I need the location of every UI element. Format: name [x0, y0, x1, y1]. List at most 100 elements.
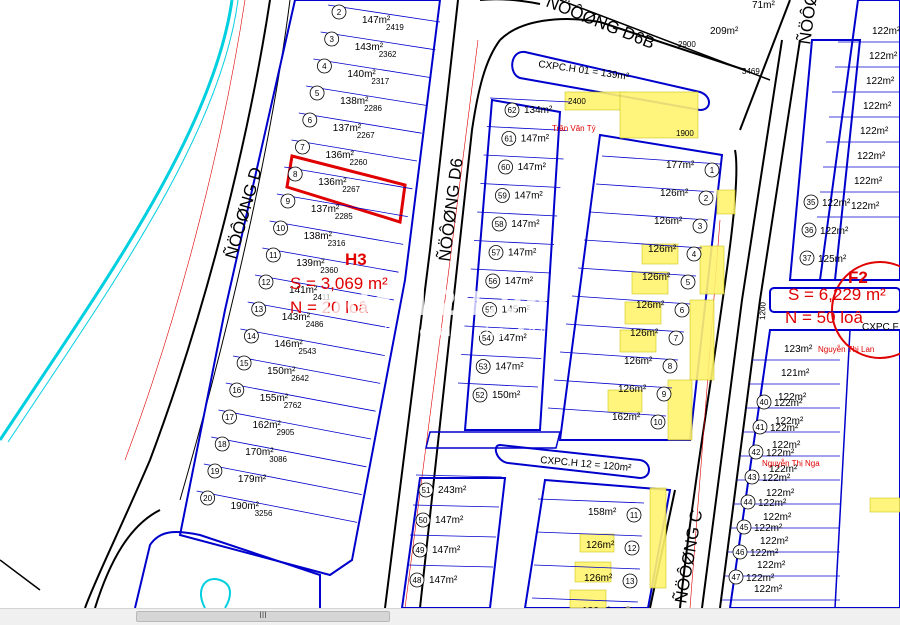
west-lot-62-number: 62 [508, 106, 517, 115]
west-lot-57-number: 57 [492, 249, 501, 258]
owner-nguyen-thi-lan: Nguyễn Thị Lan [818, 345, 874, 354]
west-lot-line [483, 154, 564, 160]
horizontal-scrollbar[interactable]: III [0, 608, 900, 625]
f2lw-lot-45-number: 45 [740, 523, 749, 532]
east-lot-area: 177m² [666, 160, 695, 171]
west-lot-60-number: 60 [501, 163, 510, 172]
h3-lot-14-number: 14 [247, 332, 256, 341]
block-h3-count: N = 20 loâ [290, 298, 369, 317]
west-lot-area: 147m² [505, 276, 534, 287]
f2w-lot-area: 125m² [818, 254, 847, 265]
cxpc-h01-label: CXPC.H 01 = 139m² [538, 59, 631, 83]
f2-lower-area: 122m² [763, 512, 792, 523]
dim-2900: 2900 [678, 40, 696, 49]
h3-lot-line [196, 490, 358, 523]
west-lot-line [461, 354, 542, 359]
east-lot-area: 126m² [618, 384, 647, 395]
h3-lot-13-number: 13 [254, 305, 263, 314]
east-lot-5-number: 5 [686, 278, 691, 287]
sw-lot-area: 147m² [429, 575, 458, 586]
west-lot-line [470, 268, 551, 274]
west-lot-52-number: 52 [476, 391, 485, 400]
f2-lower-area: 122m² [754, 584, 783, 595]
sw-lot-50-number: 50 [419, 516, 428, 525]
f2lw-lot-46-number: 46 [736, 548, 745, 557]
roundabout-shape [200, 578, 231, 608]
west-lot-54-number: 54 [482, 334, 491, 343]
east-lot-line [595, 183, 715, 193]
road-edge-left [0, 559, 41, 591]
h3-lot-width: 2905 [277, 428, 295, 437]
h3-lot-5-number: 5 [315, 89, 320, 98]
west-lot-line [477, 211, 558, 217]
map-canvas: 2147m²24193143m²23624140m²23175138m²2286… [0, 0, 900, 608]
hl-16 [869, 497, 900, 513]
cxpc-f-label: CXPC.F [862, 322, 899, 333]
f2lw-lot-41-number: 41 [756, 423, 765, 432]
sw-lot-area: 147m² [435, 515, 464, 526]
h3-lot-width: 2543 [298, 347, 316, 356]
h3-lot-11-number: 11 [269, 251, 278, 260]
owner-tran-van-ty: Trần Văn Tý [552, 124, 596, 133]
sw-lot-line [412, 504, 500, 508]
west-lot-area: 147m² [518, 162, 547, 173]
dim-3469: 3469 [742, 67, 760, 76]
f2-upper-area: 122m² [854, 176, 883, 187]
h3-lot-8-number: 8 [293, 170, 298, 179]
hl-11 [667, 379, 693, 441]
block-h3-name: H3 [345, 250, 367, 269]
west-lot-area: 147m² [508, 248, 537, 259]
west-lot-area: 134m² [524, 105, 553, 116]
h3-lot-area: 179m² [238, 474, 267, 485]
f2w-lot-area: 122m² [822, 198, 851, 209]
east-lot-7-number: 7 [674, 334, 679, 343]
se-lot-11-number: 11 [630, 511, 639, 520]
west-lot-line [464, 325, 545, 331]
street-label-d: ÑÖÔØNG D [222, 165, 266, 261]
east-lot-area: 126m² [636, 300, 665, 311]
f2lw-lot-42-number: 42 [752, 448, 761, 457]
f2lw-lot-area: 122m² [750, 548, 779, 559]
west-lot-line [457, 382, 539, 388]
east-lot-area: 126m² [648, 244, 677, 255]
sw-lot-area: 147m² [432, 545, 461, 556]
h3-lot-width: 2486 [306, 320, 324, 329]
west-lot-line [480, 183, 561, 188]
f2w-lot-area: 122m² [820, 226, 849, 237]
h3-lot-20-number: 20 [203, 494, 212, 503]
east-lot-6-number: 6 [680, 306, 685, 315]
east-lot-9-number: 9 [662, 390, 667, 399]
f2w-lot-36-number: 36 [805, 226, 814, 235]
canal-line [0, 0, 234, 441]
east-lot-2-number: 2 [704, 194, 709, 203]
h3-lot-width: 2362 [379, 50, 397, 59]
site-plan-map[interactable]: 2 147m² 2419 3 143m² 2362 4 140m² 2317 5 138m² 2286… [0, 0, 900, 608]
h3-lot-width: 3256 [255, 509, 273, 518]
east-lot-4-number: 4 [692, 250, 697, 259]
f2-lower-area: 122m² [760, 536, 789, 547]
se-lot-area: 126m² [584, 573, 613, 584]
h3-lot-16-number: 16 [232, 386, 241, 395]
west-lot-59-number: 59 [498, 192, 507, 201]
street-label-d6: ÑÖÔØNG D6 [435, 157, 467, 262]
west-lot-56-number: 56 [488, 277, 497, 286]
east-lot-line [553, 379, 673, 389]
h3-lot-10-number: 10 [276, 224, 285, 233]
h3-lot-12-number: 12 [262, 278, 271, 287]
east-lot-area: 126m² [624, 356, 653, 367]
east-lot-10-number: 10 [654, 418, 663, 427]
east-lot-line [601, 155, 721, 165]
top-lot-209: 209m² [710, 26, 739, 37]
owner-nguyen-thi-nga: Nguyễn Thị Nga [762, 459, 820, 468]
road-d-edge-west [84, 0, 271, 608]
east-lot-area: 126m² [642, 272, 671, 283]
west-lot-area: 147m² [498, 333, 527, 344]
east-lot-area: 126m² [630, 328, 659, 339]
h3-lot-line [203, 463, 362, 495]
scrollbar-thumb[interactable]: III [136, 610, 390, 622]
se-lot-line [537, 498, 645, 504]
west-lot-area: 147m² [521, 134, 550, 145]
h3-lot-line [218, 409, 372, 440]
sw-lot-line [409, 534, 497, 538]
street-label-d-top: ÑÖÔØ [795, 0, 821, 46]
